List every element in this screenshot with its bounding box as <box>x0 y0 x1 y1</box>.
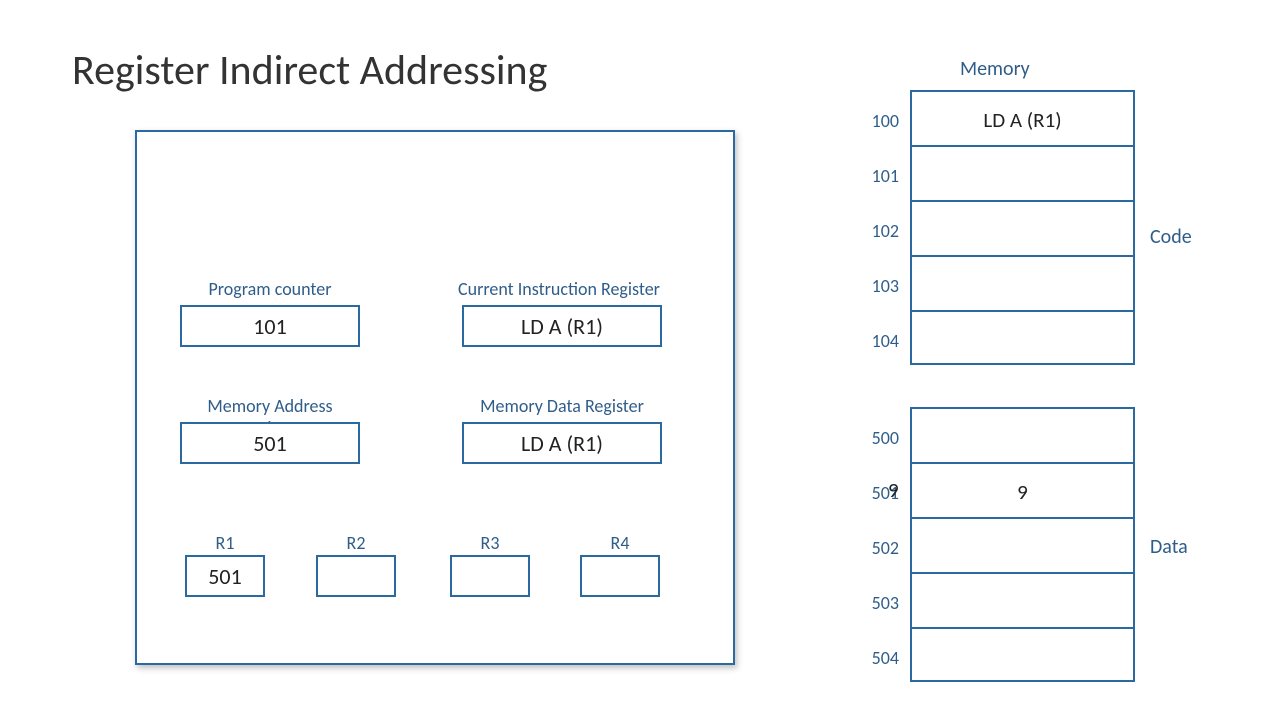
r3-value <box>450 555 530 597</box>
pc-value: 101 <box>180 305 360 347</box>
r2-label: R2 <box>316 532 396 554</box>
memory-row: 101 <box>912 145 1133 200</box>
page-title: Register Indirect Addressing <box>72 45 547 96</box>
memory-row: 103 <box>912 255 1133 310</box>
memory-title: Memory <box>960 57 1030 81</box>
mdr-value: LD A (R1) <box>462 422 662 464</box>
cir-label: Current Instruction Register <box>424 278 694 300</box>
r1-value: 501 <box>185 555 265 597</box>
mar-value: 501 <box>180 422 360 464</box>
memory-row: 100 LD A (R1) <box>912 90 1133 145</box>
pc-label: Program counter <box>180 278 360 300</box>
memory-addr: 101 <box>844 165 899 187</box>
memory-addr: 504 <box>844 647 899 669</box>
r3-label: R3 <box>450 532 530 554</box>
memory-row: 502 <box>912 517 1133 572</box>
memory-code-table: 100 LD A (R1) 101 102 103 104 <box>910 90 1135 365</box>
memory-row: 104 <box>912 310 1133 365</box>
memory-addr: 104 <box>844 330 899 352</box>
memory-row: 503 <box>912 572 1133 627</box>
memory-code-label: Code <box>1150 225 1192 249</box>
r2-value <box>316 555 396 597</box>
mdr-label: Memory Data Register <box>462 395 662 417</box>
memory-addr: 100 <box>844 110 899 132</box>
memory-val: 9 <box>912 479 1133 505</box>
in-transit-value: 9 <box>888 477 899 503</box>
memory-data-label: Data <box>1150 535 1188 559</box>
memory-val: LD A (R1) <box>912 107 1133 133</box>
memory-addr: 102 <box>844 220 899 242</box>
r4-value <box>580 555 660 597</box>
cir-value: LD A (R1) <box>462 305 662 347</box>
memory-row: 500 <box>912 407 1133 462</box>
memory-data-table: 500 501 9 502 503 504 <box>910 407 1135 682</box>
r1-label: R1 <box>185 532 265 554</box>
memory-row: 501 9 <box>912 462 1133 517</box>
memory-row: 504 <box>912 627 1133 682</box>
memory-addr: 502 <box>844 537 899 559</box>
memory-addr: 103 <box>844 275 899 297</box>
memory-addr: 500 <box>844 427 899 449</box>
r4-label: R4 <box>580 532 660 554</box>
memory-addr: 503 <box>844 592 899 614</box>
memory-row: 102 <box>912 200 1133 255</box>
